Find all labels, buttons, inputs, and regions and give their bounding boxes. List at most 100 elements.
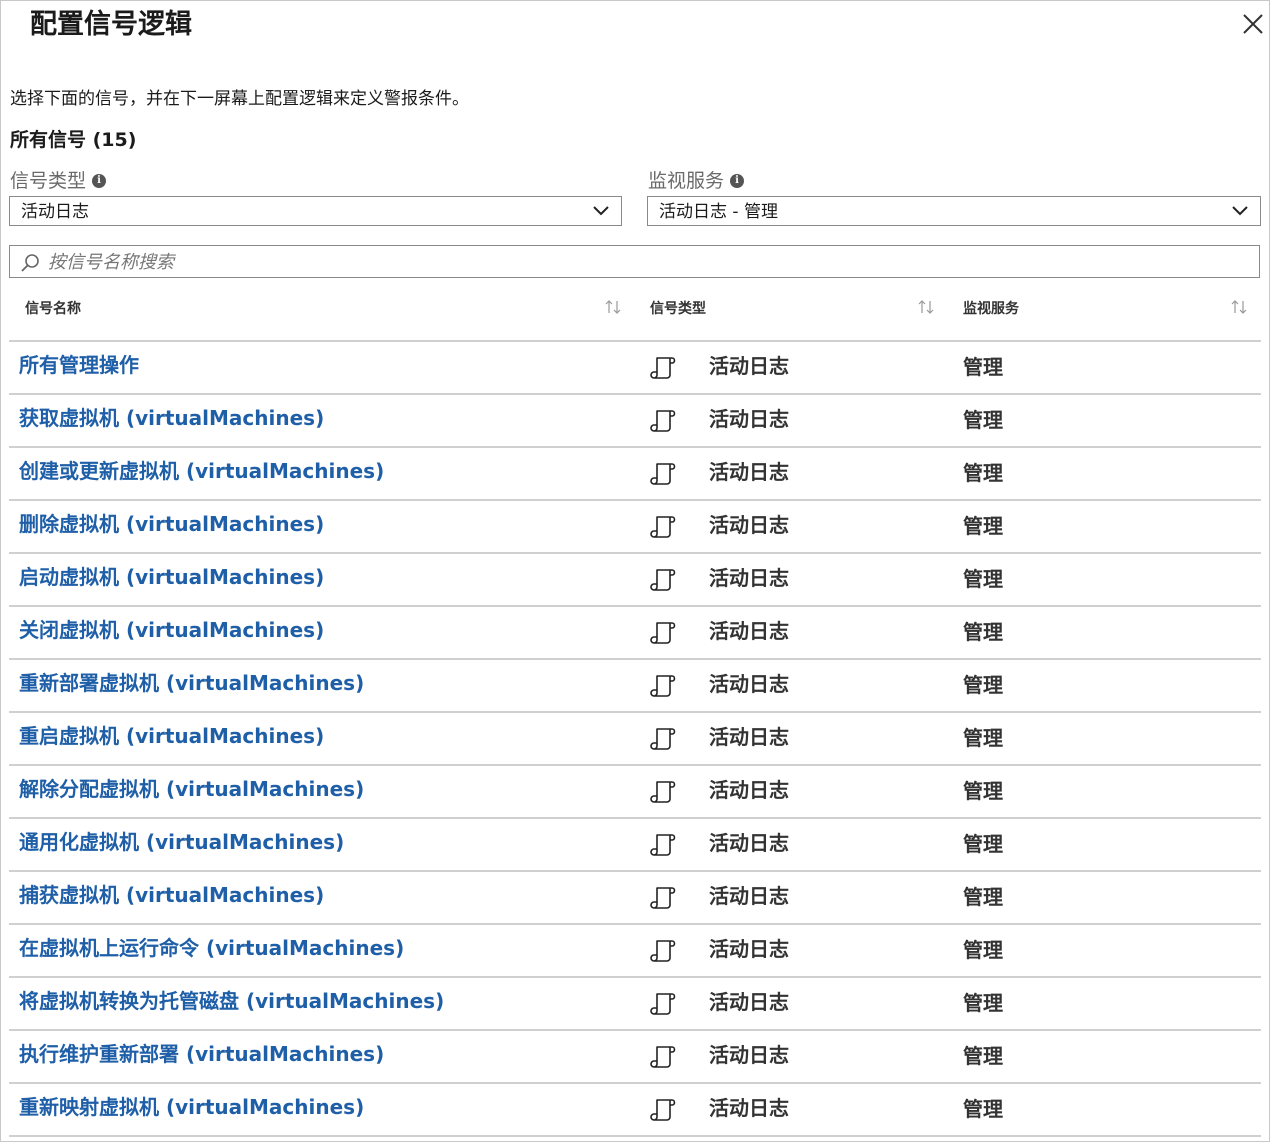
close-icon[interactable]: [1239, 10, 1267, 38]
page-title: 配置信号逻辑: [30, 9, 192, 40]
info-icon[interactable]: i: [730, 174, 745, 188]
monitor-service-cell: 管理: [963, 673, 1003, 697]
signal-name-link[interactable]: 重新映射虚拟机 (virtualMachines): [19, 1093, 364, 1121]
table-row[interactable]: 通用化虚拟机 (virtualMachines) 活动日志 管理: [9, 819, 1261, 872]
table-row[interactable]: 解除分配虚拟机 (virtualMachines) 活动日志 管理: [9, 766, 1261, 819]
table-row[interactable]: 执行维护重新部署 (virtualMachines) 活动日志 管理: [9, 1031, 1261, 1084]
table-row[interactable]: 删除虚拟机 (virtualMachines) 活动日志 管理: [9, 501, 1261, 554]
signal-type-cell: 活动日志: [709, 725, 789, 749]
activity-log-icon: [650, 832, 676, 862]
table-row[interactable]: 重启虚拟机 (virtualMachines) 活动日志 管理: [9, 713, 1261, 766]
signal-name-link[interactable]: 重新部署虚拟机 (virtualMachines): [19, 669, 364, 697]
monitor-service-cell: 管理: [963, 567, 1003, 591]
table-row[interactable]: 将虚拟机转换为托管磁盘 (virtualMachines) 活动日志 管理: [9, 978, 1261, 1031]
activity-log-icon: [650, 991, 676, 1021]
signal-name-link[interactable]: 解除分配虚拟机 (virtualMachines): [19, 775, 364, 803]
table-row[interactable]: 获取虚拟机 (virtualMachines) 活动日志 管理: [9, 395, 1261, 448]
activity-log-icon: [650, 673, 676, 703]
monitor-service-dropdown[interactable]: 活动日志 - 管理: [647, 196, 1261, 226]
monitor-service-cell: 管理: [963, 355, 1003, 379]
table-row[interactable]: 重新映射虚拟机 (virtualMachines) 活动日志 管理: [9, 1084, 1261, 1137]
signal-type-filter-label: 信号类型 i: [10, 168, 107, 194]
monitor-service-cell: 管理: [963, 991, 1003, 1015]
activity-log-icon: [650, 514, 676, 544]
info-icon[interactable]: i: [92, 174, 107, 188]
signal-type-cell: 活动日志: [709, 990, 789, 1014]
signal-type-cell: 活动日志: [709, 831, 789, 855]
monitor-service-cell: 管理: [963, 726, 1003, 750]
table-row[interactable]: 重新部署虚拟机 (virtualMachines) 活动日志 管理: [9, 660, 1261, 713]
table-row[interactable]: 关闭虚拟机 (virtualMachines) 活动日志 管理: [9, 607, 1261, 660]
activity-log-icon: [650, 885, 676, 915]
sort-icon[interactable]: [604, 299, 622, 315]
column-header-monitor-service[interactable]: 监视服务: [963, 299, 1019, 319]
table-row[interactable]: 在虚拟机上运行命令 (virtualMachines) 活动日志 管理: [9, 925, 1261, 978]
description-text: 选择下面的信号，并在下一屏幕上配置逻辑来定义警报条件。: [10, 89, 469, 109]
column-header-signal-name[interactable]: 信号名称: [25, 299, 81, 319]
signal-name-link[interactable]: 将虚拟机转换为托管磁盘 (virtualMachines): [19, 987, 444, 1015]
monitor-service-cell: 管理: [963, 938, 1003, 962]
signal-type-cell: 活动日志: [709, 407, 789, 431]
signal-type-cell: 活动日志: [709, 1043, 789, 1067]
signal-type-cell: 活动日志: [709, 513, 789, 537]
signal-type-cell: 活动日志: [709, 354, 789, 378]
signal-name-link[interactable]: 在虚拟机上运行命令 (virtualMachines): [19, 934, 404, 962]
column-header-signal-type[interactable]: 信号类型: [650, 299, 706, 319]
signal-type-cell: 活动日志: [709, 619, 789, 643]
activity-log-icon: [650, 620, 676, 650]
signal-type-cell: 活动日志: [709, 672, 789, 696]
signal-type-value: 活动日志: [21, 202, 89, 222]
configure-signal-logic-panel: 配置信号逻辑 选择下面的信号，并在下一屏幕上配置逻辑来定义警报条件。 所有信号 …: [0, 0, 1270, 1142]
signal-name-link[interactable]: 启动虚拟机 (virtualMachines): [19, 563, 324, 591]
signal-name-link[interactable]: 捕获虚拟机 (virtualMachines): [19, 881, 324, 909]
signal-type-label: 信号类型: [10, 170, 87, 192]
search-input[interactable]: [46, 248, 1240, 276]
signal-name-link[interactable]: 重启虚拟机 (virtualMachines): [19, 722, 324, 750]
signal-type-cell: 活动日志: [709, 566, 789, 590]
monitor-service-cell: 管理: [963, 514, 1003, 538]
monitor-service-cell: 管理: [963, 832, 1003, 856]
sort-icon[interactable]: [1230, 299, 1248, 315]
signal-type-cell: 活动日志: [709, 460, 789, 484]
monitor-service-filter-label: 监视服务 i: [648, 168, 745, 194]
monitor-service-cell: 管理: [963, 1097, 1003, 1121]
table-row[interactable]: 创建或更新虚拟机 (virtualMachines) 活动日志 管理: [9, 448, 1261, 501]
activity-log-icon: [650, 938, 676, 968]
signal-name-link[interactable]: 删除虚拟机 (virtualMachines): [19, 510, 324, 538]
signal-type-cell: 活动日志: [709, 1096, 789, 1120]
monitor-service-cell: 管理: [963, 620, 1003, 644]
activity-log-icon: [650, 461, 676, 491]
activity-log-icon: [650, 1097, 676, 1127]
signal-type-cell: 活动日志: [709, 937, 789, 961]
all-signals-count: 所有信号 (15): [10, 129, 137, 151]
signal-name-link[interactable]: 创建或更新虚拟机 (virtualMachines): [19, 457, 384, 485]
monitor-service-cell: 管理: [963, 885, 1003, 909]
signal-type-dropdown[interactable]: 活动日志: [9, 196, 622, 226]
search-icon: [21, 254, 39, 272]
monitor-service-cell: 管理: [963, 408, 1003, 432]
signal-name-link[interactable]: 执行维护重新部署 (virtualMachines): [19, 1040, 384, 1068]
signal-name-link[interactable]: 通用化虚拟机 (virtualMachines): [19, 828, 344, 856]
activity-log-icon: [650, 408, 676, 438]
signal-name-link[interactable]: 关闭虚拟机 (virtualMachines): [19, 616, 324, 644]
signal-type-cell: 活动日志: [709, 778, 789, 802]
monitor-service-cell: 管理: [963, 1044, 1003, 1068]
monitor-service-cell: 管理: [963, 461, 1003, 485]
activity-log-icon: [650, 355, 676, 385]
monitor-service-cell: 管理: [963, 779, 1003, 803]
activity-log-icon: [650, 726, 676, 756]
table-row[interactable]: 启动虚拟机 (virtualMachines) 活动日志 管理: [9, 554, 1261, 607]
sort-icon[interactable]: [917, 299, 935, 315]
monitor-service-value: 活动日志 - 管理: [659, 202, 778, 222]
activity-log-icon: [650, 779, 676, 809]
signal-name-link[interactable]: 所有管理操作: [19, 351, 139, 379]
activity-log-icon: [650, 567, 676, 597]
chevron-down-icon: [593, 206, 609, 216]
table-row[interactable]: 所有管理操作 活动日志 管理: [9, 342, 1261, 395]
signal-search-box[interactable]: [9, 245, 1260, 278]
table-row[interactable]: 捕获虚拟机 (virtualMachines) 活动日志 管理: [9, 872, 1261, 925]
monitor-service-label: 监视服务: [648, 170, 725, 192]
chevron-down-icon: [1232, 206, 1248, 216]
signal-type-cell: 活动日志: [709, 884, 789, 908]
signal-name-link[interactable]: 获取虚拟机 (virtualMachines): [19, 404, 324, 432]
